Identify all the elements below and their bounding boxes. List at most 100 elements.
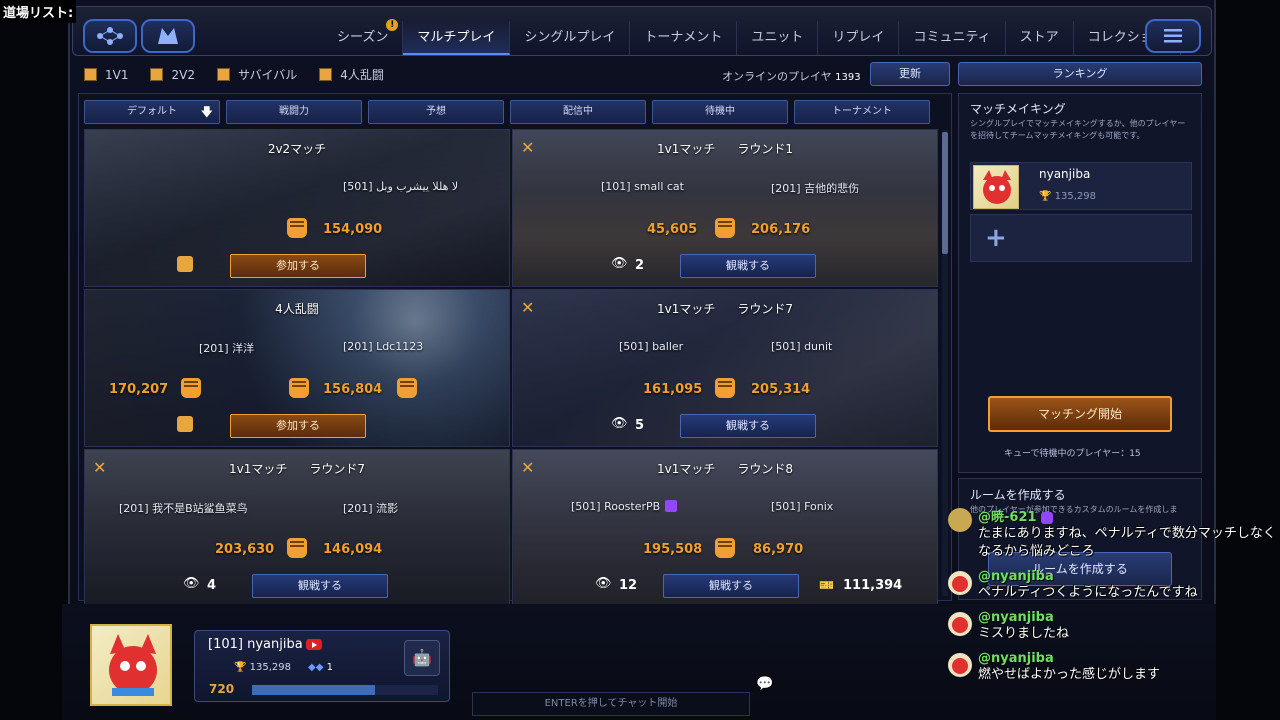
match-grid: 2v2マッチ [501] لا هللا ييشرب وبل 154,090 参… (84, 129, 938, 607)
chat-avatar (948, 508, 972, 532)
viewer-count: 12 (619, 578, 638, 593)
ranking-button[interactable]: ランキング (958, 62, 1202, 86)
chat-user: @nyanjiba (978, 610, 1054, 625)
my-name: [101] nyanjiba (208, 637, 322, 652)
update-button[interactable]: 更新 (870, 62, 950, 86)
tab-replay[interactable]: リプレイ (818, 21, 900, 55)
sort-row: デフォルト 🡇 戦闘力 予想 配信中 待機中 トーナメント (84, 100, 930, 124)
match-card[interactable]: ✕ 1v1マッチ ラウンド8 [501] RoosterPB [501] Foni… (512, 449, 938, 607)
power-score: 146,094 (323, 542, 383, 557)
chat-user: @暁-621 (978, 506, 1280, 525)
mode-filters: 1V1 2V2 サバイバル 4人乱闘 (84, 66, 384, 83)
watch-button[interactable]: 観戦する (680, 254, 816, 278)
power-icon (715, 378, 735, 398)
nav-tabs: シーズン! マルチプレイ シングルプレイ トーナメント ユニット リプレイ コミ… (323, 19, 1181, 55)
chat-avatar (948, 571, 972, 595)
power-score: 195,508 (643, 542, 703, 557)
add-party-member[interactable]: + (970, 214, 1192, 262)
party-slot[interactable]: nyanjiba 🏆 135,298 (970, 162, 1192, 210)
power-icon (287, 538, 307, 558)
chat-text: たまにありますね、ペナルティで数分マッチしなくなるから悩みどころ (978, 526, 1276, 559)
checkbox[interactable] (84, 68, 97, 81)
scrollbar-thumb[interactable] (942, 132, 948, 254)
plus-icon: + (985, 223, 1007, 253)
sort-prediction[interactable]: 予想 (368, 100, 504, 124)
watch-button[interactable]: 観戦する (252, 574, 388, 598)
chat-text: 燃やせばよかった感じがします (978, 667, 1161, 682)
sort-power[interactable]: 戦闘力 (226, 100, 362, 124)
watch-button[interactable]: 観戦する (663, 574, 799, 598)
checkbox[interactable] (319, 68, 333, 81)
power-score: 205,314 (751, 382, 811, 397)
tab-community[interactable]: コミュニティ (899, 21, 1006, 55)
tab-units[interactable]: ユニット (737, 21, 819, 55)
queue-count: キューで待機中のプレイヤー：15 (1004, 449, 1141, 459)
join-button[interactable]: 参加する (230, 414, 366, 438)
power-score: 45,605 (647, 222, 698, 237)
faction-icon[interactable] (141, 19, 195, 53)
power-score: 156,804 (323, 382, 383, 397)
player-name: [501] Fonix (771, 500, 834, 513)
watch-button[interactable]: 観戦する (680, 414, 816, 438)
matchmaking-title: マッチメイキング (970, 102, 1066, 116)
tab-multiplayer[interactable]: マルチプレイ (403, 21, 511, 55)
filter-1v1[interactable]: 1V1 (84, 66, 128, 83)
diamond-icon: ◆◆ (308, 662, 324, 673)
tab-singleplayer[interactable]: シングルプレイ (510, 21, 631, 55)
power-icon (289, 378, 309, 398)
power-score: 206,176 (751, 222, 811, 237)
menu-icon[interactable] (1145, 19, 1201, 53)
robot-icon[interactable]: 🤖 (404, 640, 440, 676)
join-button[interactable]: 参加する (230, 254, 366, 278)
alert-badge: ! (386, 19, 399, 31)
player-name: [201] 洋洋 (199, 342, 255, 355)
player-name: nyanjiba (1039, 167, 1091, 181)
filter-2v2[interactable]: 2V2 (150, 66, 195, 83)
power-icon (181, 378, 201, 398)
checkbox[interactable] (150, 68, 164, 81)
match-card[interactable]: 2v2マッチ [501] لا هللا ييشرب وبل 154,090 参… (84, 129, 510, 287)
trophy-icon: 🏆 (1039, 191, 1052, 202)
match-title: 1v1マッチ ラウンド7 (656, 302, 793, 316)
match-card[interactable]: ✕ 1v1マッチ ラウンド7 [201] 我不是B站鲨鱼菜鸟 [201] 流影 2… (84, 449, 510, 607)
chat-text: ペナルティつくようになったんですね (978, 585, 1198, 600)
chat-icon[interactable]: 💬 (756, 676, 773, 692)
checkbox[interactable] (216, 68, 230, 81)
player-name: [501] baller (619, 340, 684, 353)
viewer-count: 5 (635, 418, 645, 433)
filter-survival[interactable]: サバイバル (216, 66, 297, 83)
tab-tournament[interactable]: トーナメント (630, 21, 738, 55)
power-score: 86,970 (753, 542, 804, 557)
my-avatar[interactable] (90, 624, 172, 706)
sort-streaming[interactable]: 配信中 (510, 100, 646, 124)
sort-waiting[interactable]: 待機中 (652, 100, 788, 124)
online-count: オンラインのプレイヤ 1393 (722, 70, 861, 83)
youtube-icon (305, 639, 322, 650)
start-matchmaking-button[interactable]: マッチング開始 (988, 396, 1172, 432)
stream-overlay-title: 道場リスト: (0, 0, 77, 23)
match-title: 1v1マッチ ラウンド8 (656, 462, 793, 476)
filter-ffa[interactable]: 4人乱闘 (319, 66, 384, 83)
tab-store[interactable]: ストア (1006, 21, 1074, 55)
chat-message: @暁-621 たまにありますね、ペナルティで数分マッチしなくなるから悩みどころ (948, 506, 1280, 561)
viewer-count: 2 (635, 258, 645, 273)
sort-default[interactable]: デフォルト 🡇 (84, 100, 220, 124)
network-icon[interactable] (83, 19, 137, 53)
power-icon (715, 218, 735, 238)
tab-season[interactable]: シーズン! (323, 19, 404, 55)
twitch-icon (665, 500, 677, 512)
chat-input[interactable]: ENTERを押してチャット開始 (472, 692, 750, 716)
chat-avatar (948, 612, 972, 636)
match-card[interactable]: ✕ 1v1マッチ ラウンド1 [101] small cat [201] 吉他的悲… (512, 129, 938, 287)
xp-bar-fill (252, 685, 375, 695)
twitch-icon (1040, 511, 1053, 524)
match-card[interactable]: ✕ 1v1マッチ ラウンド7 [501] baller [501] dunit 1… (512, 289, 938, 447)
chat-user: @nyanjiba (978, 569, 1054, 584)
my-points: 🏆 135,298 (234, 662, 291, 673)
trophy-icon: 🏆 (234, 662, 247, 673)
power-icon (287, 218, 307, 238)
player-name: [501] RoosterPB (571, 500, 661, 513)
player-name: [201] 吉他的悲伤 (771, 182, 860, 195)
match-card[interactable]: 4人乱闘 [201] 洋洋 [201] Ldc1123 170,207 156,… (84, 289, 510, 447)
sort-tournament[interactable]: トーナメント (794, 100, 930, 124)
